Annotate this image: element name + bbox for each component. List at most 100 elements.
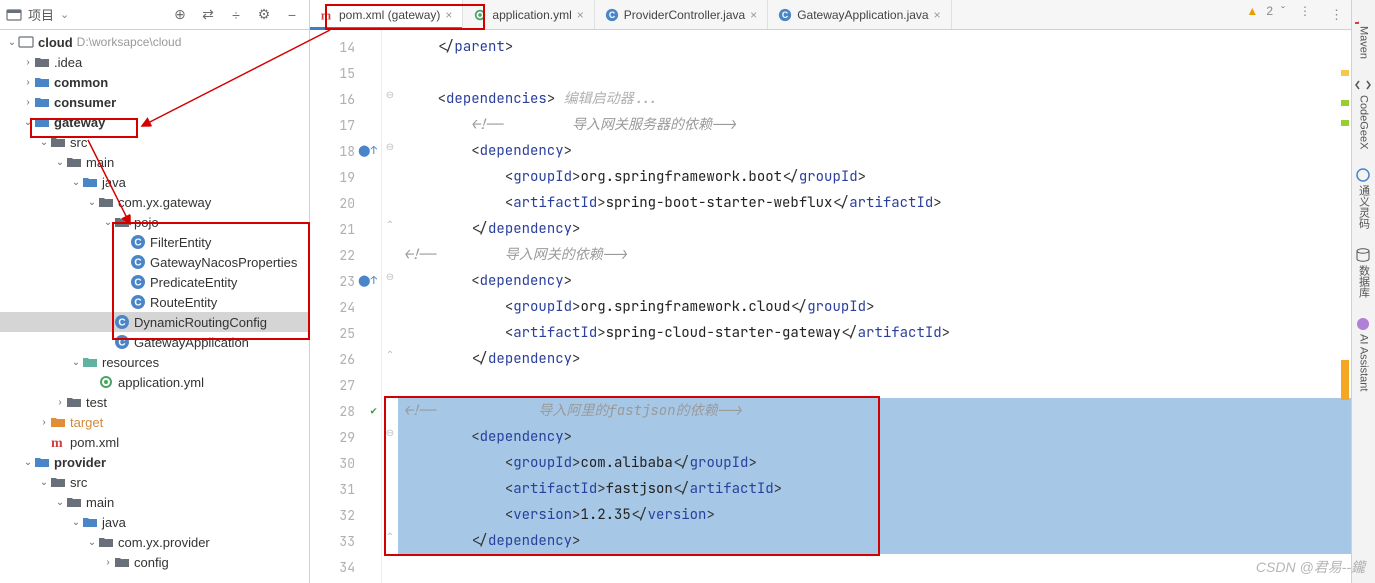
code-line: </dependency> [398, 216, 1351, 242]
tree-pom[interactable]: mpom.xml [0, 432, 309, 452]
code-line: <dependency> [398, 268, 1351, 294]
tab-pom[interactable]: m pom.xml (gateway) × [310, 0, 463, 29]
tree-dynamicrouting[interactable]: CDynamicRoutingConfig [0, 312, 309, 332]
tree-config[interactable]: ›config [0, 552, 309, 572]
tool-tongyi[interactable]: 通义灵码 [1356, 167, 1372, 229]
tree-pkg-gateway[interactable]: ⌄com.yx.gateway [0, 192, 309, 212]
expand-icon[interactable]: › [54, 397, 66, 408]
expand-icon[interactable]: ⌄ [54, 157, 66, 168]
yml-icon [98, 374, 114, 390]
expand-icon[interactable]: ⌄ [54, 497, 66, 508]
code-line: </dependency> [398, 346, 1351, 372]
tree-filterentity[interactable]: CFilterEntity [0, 232, 309, 252]
class-icon: C [130, 294, 146, 310]
tree-pkg-provider[interactable]: ⌄com.yx.provider [0, 532, 309, 552]
package-icon [98, 534, 114, 550]
svg-text:C: C [134, 298, 141, 309]
expand-icon[interactable]: › [22, 97, 34, 108]
tree-route[interactable]: CRouteEntity [0, 292, 309, 312]
code-line: <groupId>org.springframework.boot</group… [398, 164, 1351, 190]
database-icon [1357, 247, 1371, 261]
expand-icon[interactable]: ⌄ [86, 537, 98, 548]
expand-icon[interactable]: ⌄ [22, 117, 34, 128]
expand-icon[interactable]: ⌄ [102, 217, 114, 228]
code-area[interactable]: </parent> <dependencies> 编辑启动器... <!-- 导… [398, 30, 1351, 583]
fold-toggle[interactable]: ⊖ [382, 264, 398, 290]
fold-toggle[interactable]: ⊖ [382, 134, 398, 160]
line-gutter: 14 15 16 17 18⬤↑ 19 20 21 22 23⬤↑ 24 25 … [310, 30, 382, 583]
expand-icon[interactable]: › [22, 57, 34, 68]
close-icon[interactable]: × [750, 8, 757, 22]
tool-settings-button[interactable]: ⚙ [253, 4, 275, 26]
code-line: <dependency> [398, 424, 1351, 450]
tree-main2[interactable]: ⌄main [0, 492, 309, 512]
editor[interactable]: 14 15 16 17 18⬤↑ 19 20 21 22 23⬤↑ 24 25 … [310, 30, 1351, 583]
src-folder-icon [82, 174, 98, 190]
expand-icon[interactable]: ⌄ [70, 517, 82, 528]
tool-codegeex[interactable]: CodeGeeX [1357, 77, 1371, 149]
tree-gatewaynacos[interactable]: CGatewayNacosProperties [0, 252, 309, 272]
tree-predicate[interactable]: CPredicateEntity [0, 272, 309, 292]
tool-collapse-button[interactable]: ⇄ [197, 4, 219, 26]
tool-locate-button[interactable]: ⊕ [169, 4, 191, 26]
expand-icon[interactable]: ⌄ [86, 197, 98, 208]
code-line [398, 554, 1351, 580]
tool-maven[interactable]: mMaven [1357, 8, 1371, 59]
tree-common[interactable]: ›common [0, 72, 309, 92]
tree-gatewayapp[interactable]: CGatewayApplication [0, 332, 309, 352]
tree-main[interactable]: ⌄main [0, 152, 309, 172]
expand-icon[interactable]: › [22, 77, 34, 88]
expand-icon[interactable]: ⌄ [22, 457, 34, 468]
tool-divide-button[interactable]: ÷ [225, 4, 247, 26]
dropdown-icon[interactable]: ⌄ [60, 8, 69, 21]
tree-consumer[interactable]: ›consumer [0, 92, 309, 112]
close-icon[interactable]: × [934, 8, 941, 22]
tree-resources[interactable]: ⌄resources [0, 352, 309, 372]
tool-label: 通义灵码 [1356, 185, 1372, 229]
expand-icon[interactable]: ⌄ [70, 357, 82, 368]
fold-end[interactable]: ⌃ [382, 212, 398, 238]
tree-gateway[interactable]: ⌄gateway [0, 112, 309, 132]
tree-label: GatewayApplication [134, 335, 249, 350]
tool-database[interactable]: 数据库 [1356, 247, 1372, 298]
tab-providercontroller[interactable]: C ProviderController.java × [595, 0, 768, 29]
fold-end[interactable]: ⌃ [382, 342, 398, 368]
fold-end[interactable]: ⌃ [382, 524, 398, 550]
tree-root[interactable]: ⌄ cloud D:\worksapce\cloud [0, 32, 309, 52]
tree-pojo[interactable]: ⌄pojo [0, 212, 309, 232]
close-icon[interactable]: × [577, 8, 584, 22]
tab-gatewayapp[interactable]: C GatewayApplication.java × [768, 0, 951, 29]
tree-label: src [70, 475, 87, 490]
tree-idea[interactable]: ›.idea [0, 52, 309, 72]
tool-hide-button[interactable]: − [281, 4, 303, 26]
expand-icon[interactable]: ⌄ [6, 37, 18, 48]
tree-provider[interactable]: ⌄provider [0, 452, 309, 472]
tree-appyml[interactable]: application.yml [0, 372, 309, 392]
code-line: <!-- 导入阿里的fastjson的依赖--> [398, 398, 1351, 424]
line-num: 24 [339, 299, 355, 316]
expand-icon[interactable]: › [38, 417, 50, 428]
right-tool-strip: mMaven CodeGeeX 通义灵码 数据库 AI Assistant [1351, 0, 1375, 583]
expand-icon[interactable]: › [102, 557, 114, 568]
tab-appyml[interactable]: application.yml × [463, 0, 594, 29]
tool-ai-assistant[interactable]: AI Assistant [1357, 316, 1371, 391]
more-icon[interactable]: ⋮ [1299, 4, 1311, 18]
close-icon[interactable]: × [445, 8, 452, 22]
tab-label: pom.xml (gateway) [339, 8, 440, 22]
tree-src2[interactable]: ⌄ src [0, 472, 309, 492]
tree-java2[interactable]: ⌄java [0, 512, 309, 532]
inspection-status[interactable]: ▲ 2 ˇ ⋮ [1246, 4, 1311, 18]
expand-icon[interactable]: ⌄ [38, 137, 50, 148]
fold-toggle[interactable]: ⊖ [382, 82, 398, 108]
expand-icon[interactable]: ⌄ [38, 477, 50, 488]
code-line: <groupId>com.alibaba</groupId> [398, 450, 1351, 476]
expand-icon[interactable]: ⌄ [70, 177, 82, 188]
tree-test[interactable]: ›test [0, 392, 309, 412]
tree-java[interactable]: ⌄java [0, 172, 309, 192]
tree-target[interactable]: ›target [0, 412, 309, 432]
fold-toggle[interactable]: ⊖ [382, 420, 398, 446]
tree-src[interactable]: ⌄src [0, 132, 309, 152]
tab-overflow[interactable]: ⋮ [1330, 0, 1351, 29]
project-tree[interactable]: ⌄ cloud D:\worksapce\cloud ›.idea ›commo… [0, 30, 309, 583]
tree-label: GatewayNacosProperties [150, 255, 297, 270]
